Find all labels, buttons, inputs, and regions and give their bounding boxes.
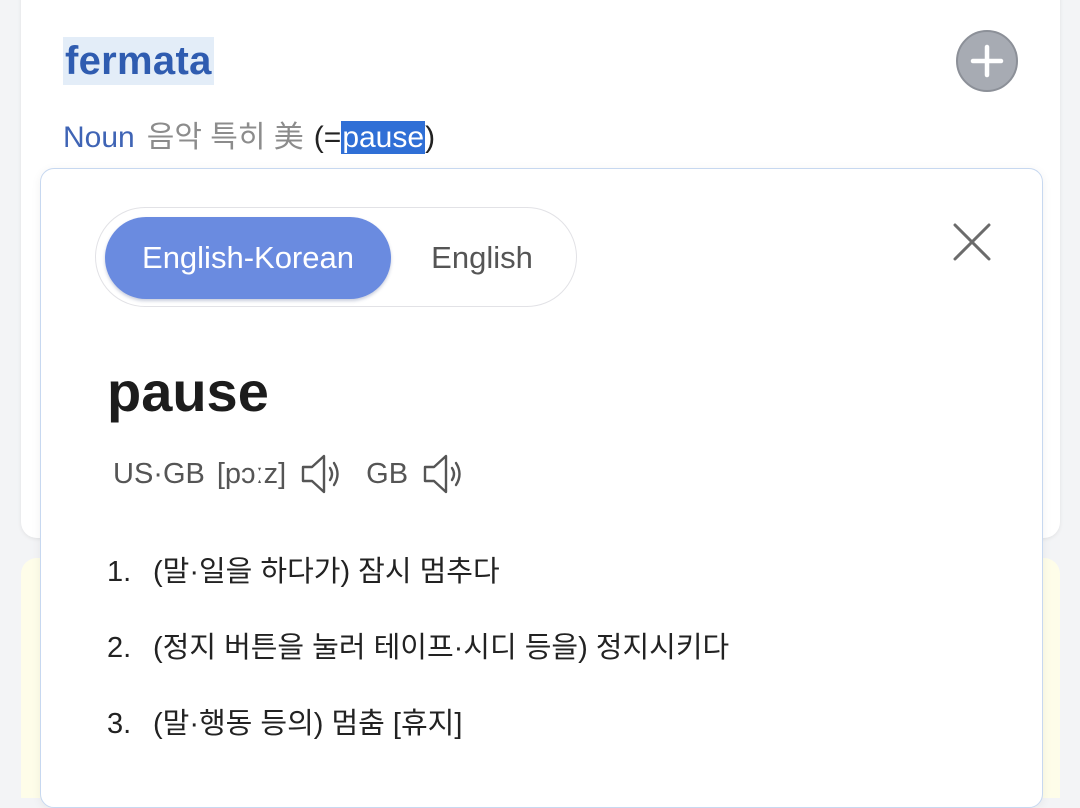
tab-english[interactable]: English [396, 217, 568, 299]
definition-text: (말·행동 등의) 멈춤 [휴지] [153, 708, 463, 740]
definition-number: 3. [107, 708, 132, 740]
cross-reference-link[interactable]: pause [341, 121, 426, 154]
pronunciation-row: US·GB [pɔːz] GB [113, 451, 488, 497]
headword[interactable]: fermata [63, 37, 214, 85]
plus-icon [970, 44, 1004, 78]
definition-text: (말·일을 하다가) 잠시 멈추다 [153, 556, 500, 588]
definition-list: 1. (말·일을 하다가) 잠시 멈추다 2. (정지 버튼을 눌러 테이프·시디 … [107, 549, 729, 777]
definition-item: 1. (말·일을 하다가) 잠시 멈추다 [107, 549, 729, 625]
speaker-icon[interactable] [298, 451, 344, 497]
definition-number: 2. [107, 632, 132, 664]
speaker-icon[interactable] [420, 451, 466, 497]
gb-label: GB [366, 457, 409, 490]
lookup-popup: English-Korean English pause US·GB [pɔːz… [40, 168, 1043, 808]
close-icon[interactable] [947, 217, 997, 267]
tab-english-korean[interactable]: English-Korean [105, 217, 391, 299]
ipa-text: [pɔːz] [216, 457, 287, 490]
part-of-speech: Noun [63, 121, 135, 154]
popup-word: pause [107, 360, 269, 423]
definition-item: 3. (말·행동 등의) 멈춤 [휴지] [107, 701, 729, 777]
usage-tags: 음악 특히 美 [146, 121, 304, 154]
definition-item: 2. (정지 버튼을 눌러 테이프·시디 등을) 정지시키다 [107, 625, 729, 701]
definition-number: 1. [107, 556, 132, 588]
ref-suffix: ) [425, 121, 436, 154]
dictionary-toggle: English-Korean English [95, 207, 577, 307]
ref-prefix: (= [313, 121, 342, 154]
add-to-wordbook-button[interactable] [956, 30, 1018, 92]
us-gb-label: US·GB [113, 457, 205, 490]
sense-line: Noun 음악 특히 美 (=pause) [63, 116, 435, 160]
definition-text: (정지 버튼을 눌러 테이프·시디 등을) 정지시키다 [153, 632, 730, 664]
